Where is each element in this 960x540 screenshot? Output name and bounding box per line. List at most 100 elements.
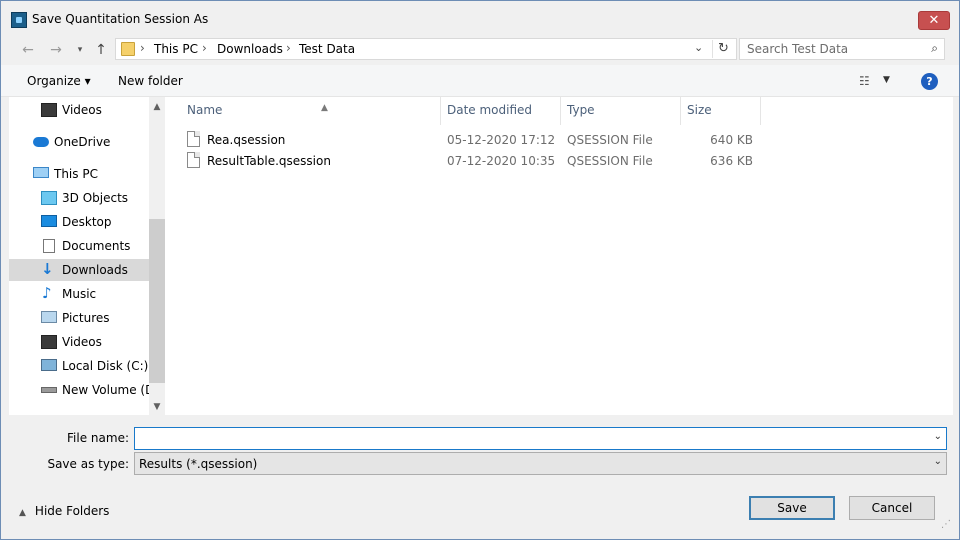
close-button[interactable]: ✕ bbox=[918, 11, 950, 30]
nav-item-downloads[interactable]: ↓ Downloads bbox=[9, 259, 149, 281]
scroll-thumb[interactable] bbox=[149, 219, 165, 383]
up-arrow-icon[interactable]: ↑ bbox=[92, 41, 110, 59]
file-icon bbox=[187, 152, 200, 168]
address-bar[interactable]: › This PC › Downloads › Test Data ⌄ ↻ bbox=[115, 38, 737, 60]
nav-item-label: Local Disk (C:) bbox=[62, 359, 149, 373]
column-header-label: Name bbox=[187, 103, 223, 117]
scroll-up-icon[interactable]: ▲ bbox=[149, 99, 165, 115]
hide-folders-label: Hide Folders bbox=[34, 504, 110, 518]
nav-item-label: 3D Objects bbox=[62, 191, 129, 205]
this-pc-icon bbox=[33, 167, 49, 178]
nav-item-onedrive[interactable]: OneDrive bbox=[9, 131, 149, 153]
onedrive-icon bbox=[33, 137, 49, 147]
scroll-down-icon[interactable]: ▼ bbox=[149, 399, 165, 415]
address-dropdown-chevron-icon[interactable]: ⌄ bbox=[694, 41, 703, 54]
nav-item-label: Music bbox=[62, 287, 97, 301]
file-icon bbox=[187, 131, 200, 147]
nav-item-label: This PC bbox=[54, 167, 98, 181]
file-name-label: File name: bbox=[67, 431, 129, 445]
save-button[interactable]: Save bbox=[749, 496, 835, 520]
view-details-icon[interactable]: ☷ bbox=[859, 74, 870, 88]
table-row[interactable]: Rea.qsession 05-12-2020 17:12 QSESSION F… bbox=[183, 130, 823, 150]
local-disk-icon bbox=[41, 359, 57, 371]
nav-item-desktop[interactable]: Desktop bbox=[9, 211, 149, 233]
column-header-name[interactable]: Name ▲ bbox=[181, 102, 437, 124]
file-type: QSESSION File bbox=[567, 154, 653, 168]
videos-icon bbox=[41, 335, 57, 349]
nav-item-music[interactable]: ♪ Music bbox=[9, 283, 149, 305]
sort-ascending-icon: ▲ bbox=[321, 103, 328, 113]
file-name: ResultTable.qsession bbox=[207, 154, 331, 168]
nav-item-label: Pictures bbox=[62, 311, 110, 325]
breadcrumb-test-data[interactable]: Test Data bbox=[299, 42, 355, 56]
documents-icon bbox=[43, 239, 55, 253]
nav-item-local-disk[interactable]: Local Disk (C:) bbox=[9, 355, 149, 377]
search-placeholder: Search Test Data bbox=[747, 42, 849, 56]
nav-item-documents[interactable]: Documents bbox=[9, 235, 149, 257]
column-divider[interactable] bbox=[760, 97, 761, 125]
breadcrumb-separator-icon: › bbox=[140, 41, 145, 55]
search-input[interactable]: Search Test Data ⌕ bbox=[739, 38, 945, 60]
cancel-button[interactable]: Cancel bbox=[849, 496, 935, 520]
downloads-icon: ↓ bbox=[41, 260, 54, 278]
resize-grip-icon[interactable]: ⋰ bbox=[941, 519, 951, 530]
nav-scrollbar[interactable]: ▲ ▼ bbox=[149, 97, 165, 415]
drive-icon bbox=[41, 387, 57, 393]
nav-item-label: Videos bbox=[62, 335, 102, 349]
breadcrumb-downloads[interactable]: Downloads bbox=[217, 42, 283, 56]
forward-arrow-icon[interactable]: → bbox=[47, 41, 65, 59]
title-bar: Save Quantitation Session As ✕ bbox=[1, 1, 959, 37]
nav-item-new-volume[interactable]: New Volume (D: bbox=[9, 379, 158, 401]
nav-item-3d-objects[interactable]: 3D Objects bbox=[9, 187, 149, 209]
nav-item-label: OneDrive bbox=[54, 135, 111, 149]
nav-item-label: New Volume (D: bbox=[62, 383, 159, 397]
recent-locations-chevron-icon[interactable]: ▾ bbox=[71, 41, 89, 59]
column-header-type[interactable]: Type bbox=[561, 102, 679, 124]
command-bar: Organize ▾ New folder ☷ ▼ ? bbox=[1, 65, 959, 97]
save-dialog: Save Quantitation Session As ✕ ← → ▾ ↑ ›… bbox=[0, 0, 960, 540]
nav-item-label: Downloads bbox=[62, 263, 128, 277]
file-name-field[interactable]: ⌄ bbox=[134, 427, 947, 450]
caret-up-icon: ▲ bbox=[19, 508, 26, 518]
table-row[interactable]: ResultTable.qsession 07-12-2020 10:35 QS… bbox=[183, 151, 823, 171]
breadcrumb-separator-icon: › bbox=[286, 41, 291, 55]
chevron-down-icon[interactable]: ⌄ bbox=[934, 456, 942, 467]
save-form: File name: ⌄ Save as type: Results (*.qs… bbox=[1, 415, 959, 539]
app-icon bbox=[11, 12, 27, 28]
navigation-pane: Videos OneDrive This PC 3D Objects Deskt… bbox=[9, 97, 165, 415]
nav-item-label: Videos bbox=[62, 103, 102, 117]
save-type-value: Results (*.qsession) bbox=[139, 457, 258, 471]
file-date: 05-12-2020 17:12 bbox=[447, 133, 556, 147]
column-header-size[interactable]: Size bbox=[681, 102, 761, 124]
save-type-label: Save as type: bbox=[47, 457, 129, 471]
view-options-chevron-icon[interactable]: ▼ bbox=[883, 75, 890, 85]
window-title: Save Quantitation Session As bbox=[32, 12, 209, 26]
organize-button[interactable]: Organize ▾ bbox=[27, 74, 91, 88]
search-icon: ⌕ bbox=[931, 41, 938, 55]
nav-item-label: Desktop bbox=[62, 215, 112, 229]
back-arrow-icon[interactable]: ← bbox=[19, 41, 37, 59]
refresh-icon[interactable]: ↻ bbox=[712, 40, 734, 58]
nav-item-videos-2[interactable]: Videos bbox=[9, 331, 149, 353]
address-row: ← → ▾ ↑ › This PC › Downloads › Test Dat… bbox=[9, 37, 953, 63]
music-icon: ♪ bbox=[42, 284, 52, 302]
nav-item-videos[interactable]: Videos bbox=[9, 99, 149, 121]
chevron-down-icon[interactable]: ⌄ bbox=[934, 431, 942, 442]
videos-icon bbox=[41, 103, 57, 117]
help-icon[interactable]: ? bbox=[921, 73, 938, 90]
breadcrumb-this-pc[interactable]: This PC bbox=[154, 42, 198, 56]
nav-item-label: Documents bbox=[62, 239, 131, 253]
file-size: 640 KB bbox=[710, 133, 753, 147]
column-header-date[interactable]: Date modified bbox=[441, 102, 561, 124]
nav-item-pictures[interactable]: Pictures bbox=[9, 307, 149, 329]
file-name: Rea.qsession bbox=[207, 133, 286, 147]
hide-folders-button[interactable]: ▲ Hide Folders bbox=[19, 504, 109, 518]
new-folder-button[interactable]: New folder bbox=[118, 74, 183, 88]
file-type: QSESSION File bbox=[567, 133, 653, 147]
nav-item-this-pc[interactable]: This PC bbox=[9, 163, 149, 185]
save-type-select[interactable]: Results (*.qsession) ⌄ bbox=[134, 452, 947, 475]
file-date: 07-12-2020 10:35 bbox=[447, 154, 556, 168]
breadcrumb-separator-icon: › bbox=[202, 41, 207, 55]
3d-objects-icon bbox=[41, 191, 57, 205]
file-size: 636 KB bbox=[710, 154, 753, 168]
